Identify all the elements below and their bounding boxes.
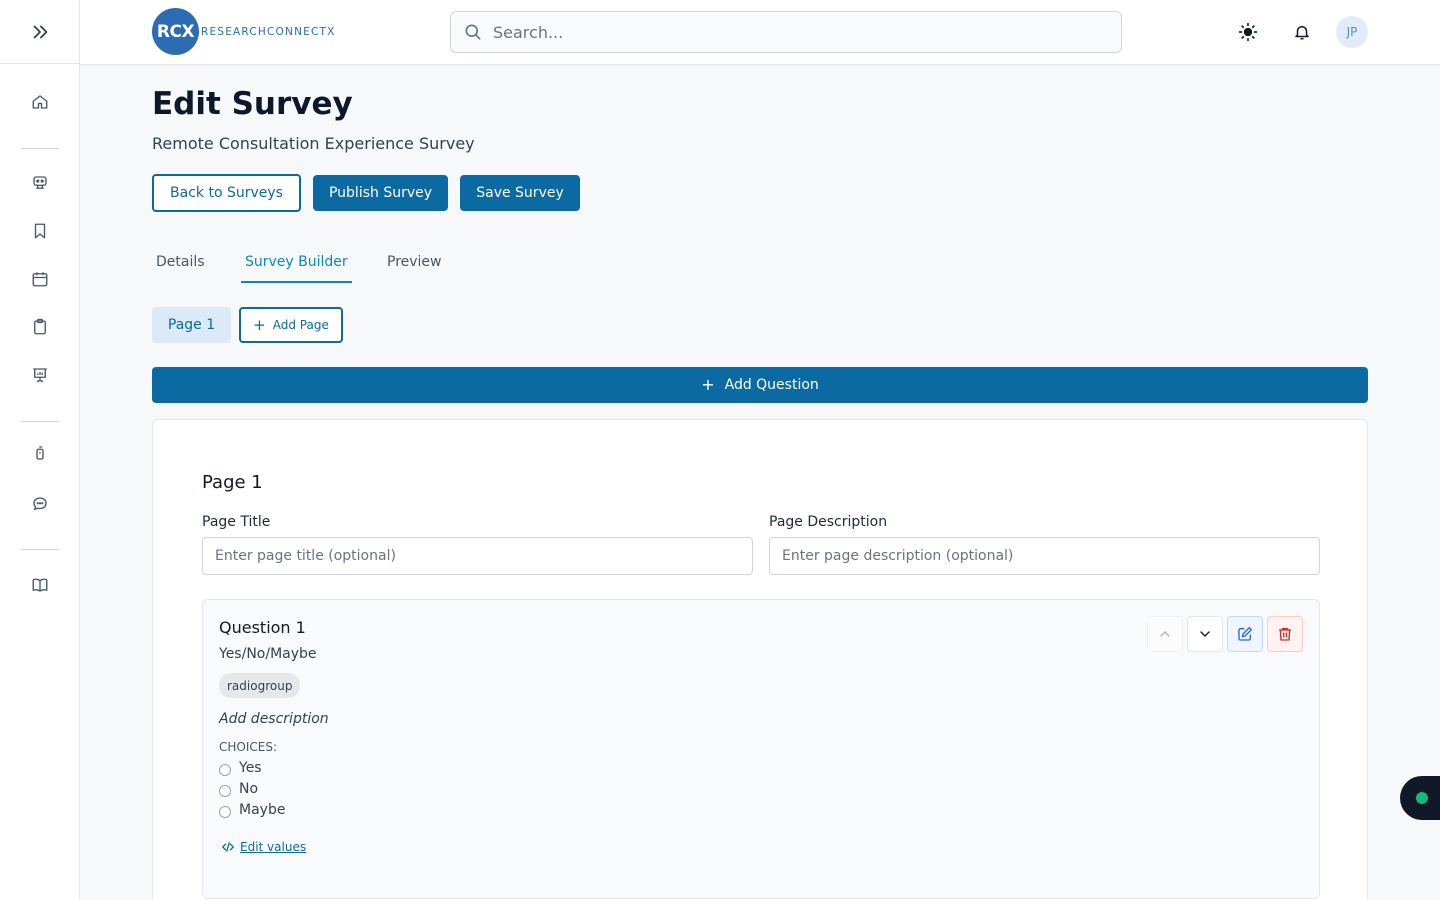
sidebar-item-surveys[interactable]	[28, 315, 52, 339]
sidebar-item-docs[interactable]	[28, 573, 52, 597]
top-header: RCX RESEARCHCONNECTX JP	[80, 0, 1440, 65]
sidebar-item-devices[interactable]	[28, 441, 52, 465]
sidebar-divider	[21, 148, 59, 149]
page-card: Page 1 Page Title Page Description Quest…	[152, 419, 1368, 900]
sidebar-item-saved[interactable]	[28, 219, 52, 243]
sun-icon	[1238, 22, 1258, 42]
radio-icon	[219, 805, 231, 818]
add-question-button[interactable]: + Add Question	[152, 367, 1368, 403]
edit-values-link[interactable]: Edit values	[221, 840, 306, 854]
home-icon	[32, 95, 48, 109]
page-title-input[interactable]	[202, 537, 753, 575]
tab-details[interactable]: Details	[152, 254, 209, 283]
status-widget[interactable]	[1400, 776, 1440, 820]
calendar-icon	[32, 272, 48, 287]
sidebar-item-research[interactable]	[28, 171, 52, 195]
page-tab-1[interactable]: Page 1	[152, 307, 231, 343]
page-title: Edit Survey	[152, 86, 353, 122]
clipboard-icon	[34, 318, 46, 335]
chevron-down-icon	[1200, 631, 1210, 637]
chevrons-right-icon	[33, 25, 48, 38]
edit-icon	[1238, 627, 1252, 641]
add-page-button[interactable]: + Add Page	[239, 307, 343, 343]
choice-label: Maybe	[239, 802, 286, 818]
page-description-input[interactable]	[769, 537, 1320, 575]
logo-text: RESEARCHCONNECTX	[201, 25, 336, 38]
book-open-icon	[32, 578, 48, 592]
presentation-chart-icon	[33, 368, 47, 383]
chat-icon	[33, 497, 47, 511]
back-to-surveys-button[interactable]: Back to Surveys	[152, 174, 301, 212]
status-dot-icon	[1416, 792, 1428, 804]
edit-values-label: Edit values	[240, 840, 307, 854]
page-title-label: Page Title	[202, 514, 271, 530]
sidebar-divider	[21, 549, 59, 550]
move-down-button[interactable]	[1187, 616, 1223, 652]
device-icon	[36, 446, 44, 460]
search-bar	[450, 11, 1122, 53]
microscope-icon	[33, 176, 47, 189]
question-title: Question 1	[219, 618, 306, 637]
question-type-badge: radiogroup	[219, 673, 301, 698]
notifications-button[interactable]	[1290, 20, 1314, 44]
theme-toggle-button[interactable]	[1236, 20, 1260, 44]
question-text: Yes/No/Maybe	[219, 646, 317, 662]
sidebar-item-presentations[interactable]	[28, 363, 52, 387]
question-card[interactable]: Question 1 Yes/No/Maybe radiogroup Add d…	[202, 599, 1320, 899]
move-up-button[interactable]	[1147, 616, 1183, 652]
tab-preview[interactable]: Preview	[383, 254, 446, 283]
save-survey-button[interactable]: Save Survey	[460, 175, 580, 211]
chevron-up-icon	[1160, 631, 1170, 637]
add-question-label: Add Question	[724, 377, 819, 393]
sidebar-expand-button[interactable]	[0, 0, 80, 64]
sidebar-item-home[interactable]	[28, 90, 52, 114]
choice-label: Yes	[239, 760, 262, 776]
survey-name: Remote Consultation Experience Survey	[152, 134, 475, 153]
bell-icon	[1295, 26, 1309, 40]
add-page-label: Add Page	[272, 318, 329, 332]
choice-label: No	[239, 781, 259, 797]
radio-icon	[219, 763, 231, 776]
search-input[interactable]	[493, 22, 1093, 42]
tab-survey-builder[interactable]: Survey Builder	[241, 254, 352, 283]
delete-question-button[interactable]	[1267, 616, 1303, 652]
plus-icon: +	[701, 375, 715, 394]
sidebar-divider	[21, 421, 59, 422]
publish-survey-button[interactable]: Publish Survey	[313, 175, 448, 211]
page-heading: Page 1	[202, 472, 263, 493]
plus-icon: +	[253, 315, 266, 334]
trash-icon	[1279, 628, 1291, 641]
choice-item: No	[219, 781, 258, 797]
logo[interactable]: RCX RESEARCHCONNECTX	[152, 8, 336, 55]
choice-item: Maybe	[219, 802, 285, 818]
search-icon	[465, 24, 481, 40]
choice-item: Yes	[219, 760, 262, 776]
sidebar-item-calendar[interactable]	[28, 267, 52, 291]
sidebar	[0, 0, 80, 900]
edit-question-button[interactable]	[1227, 616, 1263, 652]
add-description-field[interactable]: Add description	[219, 711, 329, 727]
radio-icon	[219, 784, 231, 797]
bookmark-icon	[34, 223, 46, 239]
logo-mark: RCX	[152, 8, 199, 55]
user-avatar[interactable]: JP	[1336, 16, 1368, 48]
page-description-label: Page Description	[769, 514, 888, 530]
code-icon	[222, 842, 234, 852]
sidebar-item-messages[interactable]	[28, 492, 52, 516]
choices-label: CHOICES:	[219, 740, 278, 754]
